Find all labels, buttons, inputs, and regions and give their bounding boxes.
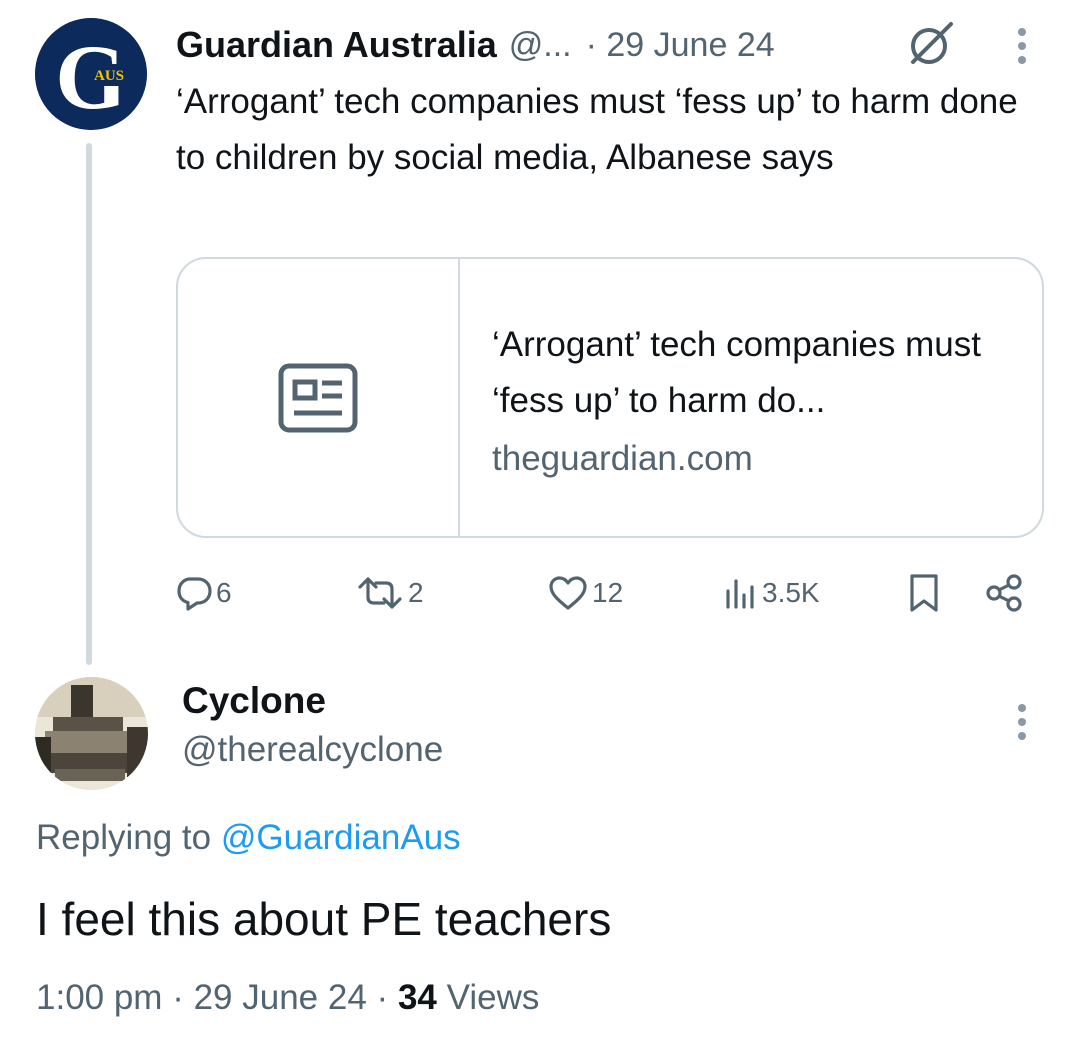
card-thumbnail [178, 259, 460, 536]
bookmark-button[interactable] [906, 568, 942, 618]
views-bar-icon [726, 579, 754, 609]
article-icon [278, 363, 358, 432]
views-count: 3.5K [762, 577, 820, 608]
reply-date[interactable]: 29 June 24 [194, 978, 367, 1017]
reply-more-options-icon[interactable] [1010, 700, 1034, 744]
reply-author-handle[interactable]: @therealcyclone [182, 730, 443, 770]
tweet-text: ‘Arrogant’ tech companies must ‘fess up’… [176, 82, 1018, 177]
reply-views-count: 34 [397, 978, 437, 1017]
cyclone-avatar[interactable] [35, 677, 148, 790]
retweet-count: 2 [408, 577, 424, 608]
retweet-button[interactable]: 2 [356, 568, 424, 618]
reply-text: I feel this about PE teachers [36, 893, 612, 945]
author-handle[interactable]: @... [509, 26, 572, 65]
retweet-icon [358, 577, 402, 609]
grok-icon[interactable] [905, 18, 957, 70]
reply-time[interactable]: 1:00 pm [36, 978, 162, 1017]
views-button[interactable]: 3.5K [722, 568, 820, 618]
reply-icon [177, 577, 212, 611]
reply-views-label: Views [446, 978, 540, 1017]
guardian-logo: G AUS [35, 18, 147, 130]
guardian-avatar[interactable]: G AUS [35, 18, 147, 130]
bookmark-icon [910, 574, 938, 612]
reply-meta: 1:00 pm · 29 June 24 · 34 Views [36, 978, 540, 1017]
avatar-photo [35, 677, 148, 790]
replying-to-mention[interactable]: @GuardianAus [221, 818, 461, 857]
thread-line [86, 143, 92, 665]
like-button[interactable]: 12 [548, 568, 623, 618]
more-options-icon[interactable] [1010, 24, 1034, 68]
reply-count: 6 [216, 577, 232, 608]
tweet-header: Guardian Australia @... · 29 June 24 [176, 20, 775, 70]
share-button[interactable] [984, 568, 1024, 618]
avatar-aus-label: AUS [94, 68, 124, 84]
tweet-date[interactable]: · 29 June 24 [586, 26, 775, 65]
reply-author-name[interactable]: Cyclone [182, 680, 326, 722]
author-name[interactable]: Guardian Australia [176, 24, 497, 66]
reply-button[interactable]: 6 [176, 568, 232, 618]
share-icon [986, 574, 1022, 612]
replying-to-line: Replying to @GuardianAus [36, 818, 461, 858]
like-count: 12 [592, 577, 624, 608]
card-domain: theguardian.com [492, 439, 753, 478]
card-title: ‘Arrogant’ tech companies must ‘fess up’… [492, 325, 981, 420]
heart-icon [549, 576, 587, 610]
link-card[interactable]: ‘Arrogant’ tech companies must ‘fess up’… [176, 257, 1044, 538]
replying-prefix: Replying to [36, 818, 212, 857]
